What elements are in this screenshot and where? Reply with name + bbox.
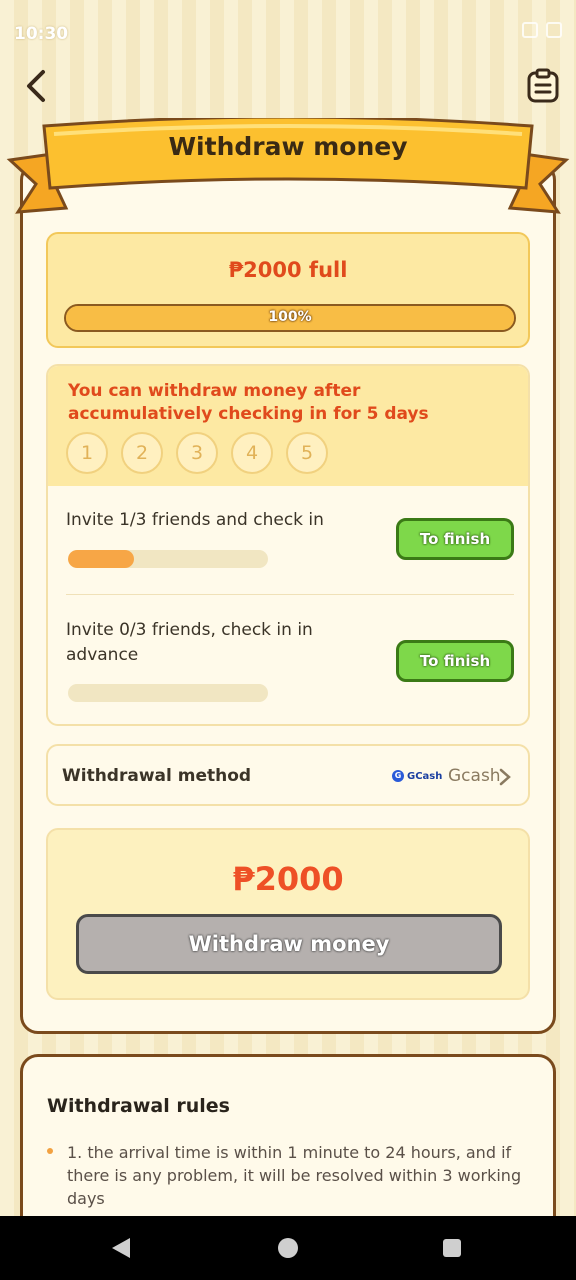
progress-bar: 100% [64, 304, 516, 332]
to-finish-button[interactable]: To finish [396, 640, 514, 682]
gcash-icon: G [392, 770, 404, 782]
status-time: 10:30 [14, 24, 69, 44]
day-badge: 5 [286, 432, 328, 474]
withdrawal-method-label: Withdrawal method [62, 766, 252, 786]
task-progress-bar [68, 684, 268, 702]
target-amount-label: ₱2000 full [228, 258, 348, 282]
nav-home-icon[interactable] [278, 1238, 298, 1258]
withdraw-amount: ₱2000 [232, 860, 344, 898]
day-badge: 3 [176, 432, 218, 474]
progress-panel: ₱2000 full 100% [46, 232, 530, 348]
page-title: Withdraw money [168, 132, 408, 161]
status-bar: 10:30 [0, 0, 576, 64]
system-nav-bar [0, 1216, 576, 1280]
records-button[interactable] [526, 68, 560, 104]
bullet-icon [47, 1148, 53, 1154]
withdrawal-method-value: Gcash [448, 766, 501, 786]
progress-percent: 100% [268, 309, 312, 325]
back-button[interactable] [18, 66, 54, 106]
day-badge: 4 [231, 432, 273, 474]
gcash-logo: G GCash [392, 770, 442, 782]
withdraw-money-button[interactable]: Withdraw money [76, 914, 502, 974]
checkin-header: You can withdraw money after accumulativ… [48, 366, 528, 486]
chevron-left-icon [27, 70, 45, 102]
signal-icon [522, 22, 538, 38]
clipboard-icon [527, 68, 559, 103]
divider [66, 594, 514, 595]
task-progress-fill [68, 550, 134, 568]
nav-recents-icon[interactable] [443, 1239, 461, 1257]
rules-title: Withdrawal rules [47, 1095, 230, 1117]
rules-item: 1. the arrival time is within 1 minute t… [67, 1143, 522, 1208]
nav-back-icon[interactable] [112, 1238, 130, 1258]
withdraw-panel: ₱2000 Withdraw money [46, 828, 530, 1000]
status-icons [522, 22, 562, 38]
task-progress-bar [68, 550, 268, 568]
checkin-days: 1 2 3 4 5 [66, 432, 328, 474]
to-finish-button[interactable]: To finish [396, 518, 514, 560]
task-label: Invite 0/3 friends, check in in advance [66, 620, 313, 665]
day-badge: 2 [121, 432, 163, 474]
chevron-right-icon [499, 768, 511, 786]
task-label: Invite 1/3 friends and check in [66, 510, 324, 530]
checkin-message: You can withdraw money after accumulativ… [68, 381, 429, 424]
tasks-panel: You can withdraw money after accumulativ… [46, 364, 530, 726]
day-badge: 1 [66, 432, 108, 474]
withdrawal-method-row[interactable]: Withdrawal method G GCash Gcash [46, 744, 530, 806]
battery-icon [546, 22, 562, 38]
